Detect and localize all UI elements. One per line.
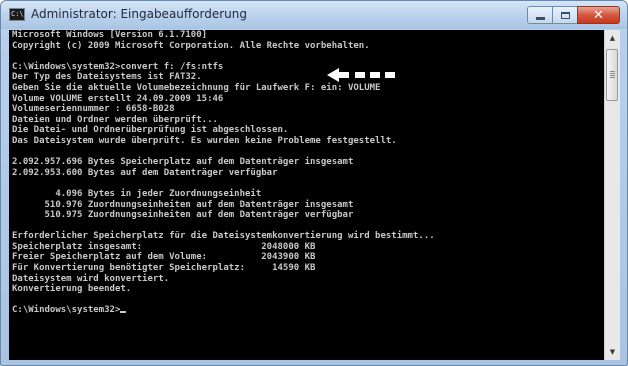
scroll-up-arrow-icon: ▲ <box>609 34 616 42</box>
console-line: 4.096 Bytes in jeder Zuordnungseinheit <box>12 188 262 199</box>
close-icon: ✕ <box>593 7 604 23</box>
console-line: Microsoft Windows [Version 6.1.7100] <box>12 30 208 40</box>
scroll-thumb[interactable] <box>606 49 618 101</box>
console-line: Geben Sie die aktuelle Volumebezeichnung… <box>12 82 381 93</box>
console-app-icon-text: C:\ <box>11 10 24 18</box>
text-cursor <box>120 311 127 314</box>
console-line: Für Konvertierung benötigter Speicherpla… <box>12 263 316 274</box>
window-controls: ✕ <box>527 6 620 25</box>
console-line: Das Dateisystem wurde überprüft. Es wurd… <box>12 135 397 146</box>
window-title: Administrator: Eingabeaufforderung <box>31 7 247 21</box>
maximize-button[interactable] <box>552 6 578 24</box>
console-output[interactable]: Microsoft Windows [Version 6.1.7100] Cop… <box>9 30 604 360</box>
vertical-scrollbar[interactable]: ▲ ▼ <box>604 30 620 360</box>
console-line: Dateien und Ordner werden überprüft... <box>12 114 218 125</box>
console-line: Dateisystem wird konvertiert. <box>12 273 170 284</box>
console-line: Volumeseriennummer : 6658-B028 <box>12 104 175 115</box>
console-line: 2.092.957.696 Bytes Speicherplatz auf de… <box>12 157 354 168</box>
console-line: Die Datei- und Ordnerüberprüfung ist abg… <box>12 125 289 136</box>
console-app-icon[interactable]: C:\ <box>9 8 25 21</box>
console-line: 510.975 Zuordnungseinheiten auf dem Date… <box>12 210 354 221</box>
maximize-icon <box>560 11 570 19</box>
console-line: 510.976 Zuordnungseinheiten auf dem Date… <box>12 199 354 210</box>
console-line: Speicherplatz insgesamt: 2048000 KB <box>12 241 316 252</box>
title-bar[interactable]: C:\ Administrator: Eingabeaufforderung ✕ <box>1 1 627 29</box>
console-line: Erforderlicher Speicherplatz für die Dat… <box>12 231 435 242</box>
console-prompt: C:\Windows\system32> <box>12 305 121 316</box>
console-line: Der Typ des Dateisystems ist FAT32. <box>12 72 202 83</box>
command-prompt-window: C:\ Administrator: Eingabeaufforderung ✕… <box>0 0 628 366</box>
grip-icon <box>610 71 615 78</box>
minimize-icon <box>535 16 545 20</box>
console-line: Copyright (c) 2009 Microsoft Corporation… <box>12 40 370 51</box>
scroll-up-button[interactable]: ▲ <box>605 30 620 46</box>
console-line: Konvertierung beendet. <box>12 284 132 295</box>
left-arrow-icon <box>327 68 395 82</box>
console-line: 2.092.953.600 Bytes auf dem Datenträger … <box>12 167 278 178</box>
console-line: C:\Windows\system32>convert f: /fs:ntfs <box>12 61 224 72</box>
scroll-down-arrow-icon: ▼ <box>609 348 616 356</box>
console-line: Volume VOLUME erstellt 24.09.2009 15:46 <box>12 93 224 104</box>
console-prompt-line[interactable]: C:\Windows\system32> <box>9 305 604 316</box>
scroll-down-button[interactable]: ▼ <box>605 344 620 360</box>
console-line: Freier Speicherplatz auf dem Volume: 204… <box>12 252 316 263</box>
close-button[interactable]: ✕ <box>577 6 620 24</box>
minimize-button[interactable] <box>527 6 553 24</box>
